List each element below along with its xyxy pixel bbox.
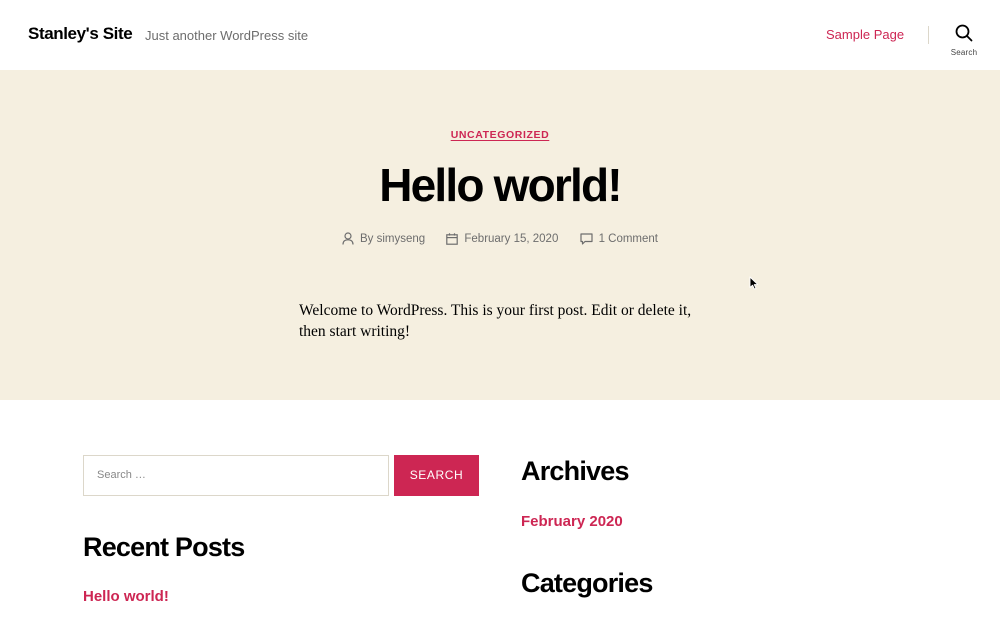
site-description: Just another WordPress site xyxy=(145,28,309,43)
search-icon xyxy=(955,24,973,42)
user-icon xyxy=(342,232,354,245)
search-input[interactable]: Search … xyxy=(83,455,389,496)
post-content: Welcome to WordPress. This is your first… xyxy=(299,302,692,340)
calendar-icon xyxy=(446,233,459,245)
recent-posts-title: Recent Posts xyxy=(83,532,245,562)
recent-post-link[interactable]: Hello world! xyxy=(83,588,169,605)
header-divider xyxy=(928,26,929,44)
site-header: Stanley's Site Just another WordPress si… xyxy=(0,0,1000,70)
post-category: UNCATEGORIZED xyxy=(0,125,1000,143)
mouse-cursor-icon xyxy=(749,276,759,295)
site-title[interactable]: Stanley's Site xyxy=(28,24,133,44)
nav-item-sample-page[interactable]: Sample Page xyxy=(826,27,904,42)
post-date: February 15, 2020 xyxy=(446,233,558,245)
archives-title: Archives xyxy=(521,456,629,486)
category-link[interactable]: UNCATEGORIZED xyxy=(451,129,550,141)
post-author: By simyseng xyxy=(342,232,425,245)
archive-link[interactable]: February 2020 xyxy=(521,513,623,530)
post-meta: By simyseng February 15, 2020 1 Comment xyxy=(0,232,1000,248)
author-link[interactable]: By simyseng xyxy=(360,233,425,245)
comments-link[interactable]: 1 Comment xyxy=(599,233,658,245)
categories-title: Categories xyxy=(521,568,653,598)
post-header: UNCATEGORIZED Hello world! By simyseng F… xyxy=(0,70,1000,400)
post-comments: 1 Comment xyxy=(579,233,658,245)
comment-icon xyxy=(579,233,593,245)
search-toggle-label: Search xyxy=(950,48,978,57)
post-title[interactable]: Hello world! xyxy=(0,158,1000,212)
date-link[interactable]: February 15, 2020 xyxy=(464,233,558,245)
search-submit-button[interactable]: SEARCH xyxy=(394,455,479,496)
search-toggle-button[interactable]: Search xyxy=(944,24,984,62)
footer-widgets: Search … SEARCH Recent Posts Hello world… xyxy=(0,400,1000,625)
